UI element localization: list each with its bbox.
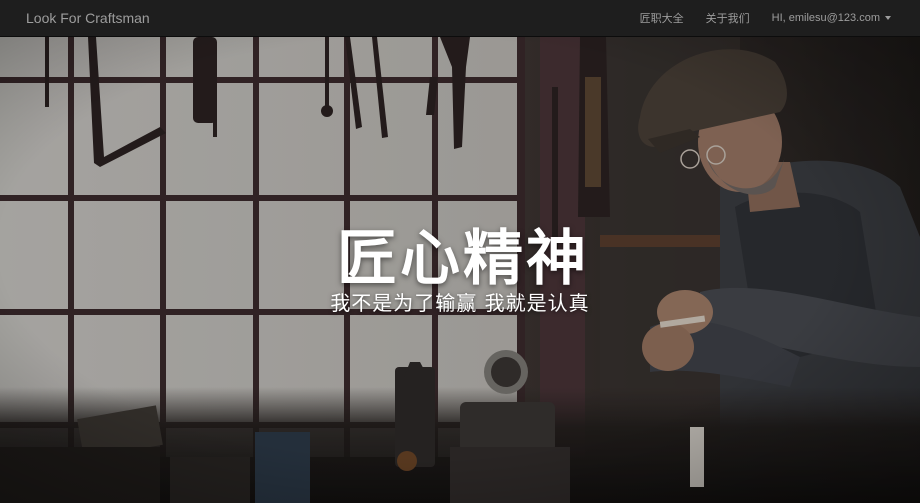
user-menu-label: HI, emilesu@123.com: [771, 12, 880, 24]
nav-link-craft-directory[interactable]: 匠职大全: [629, 10, 695, 26]
brand-link[interactable]: Look For Craftsman: [26, 10, 150, 26]
hero-banner: 匠心精神 我不是为了输赢 我就是认真: [0, 37, 920, 503]
nav-menu: 匠职大全 关于我们 HI, emilesu@123.com: [629, 10, 902, 26]
top-navbar: Look For Craftsman 匠职大全 关于我们 HI, emilesu…: [0, 0, 920, 37]
caret-down-icon: [885, 16, 891, 20]
user-menu-dropdown[interactable]: HI, emilesu@123.com: [761, 12, 902, 24]
nav-link-about-us[interactable]: 关于我们: [695, 10, 761, 26]
hero-background-image: [0, 37, 920, 503]
